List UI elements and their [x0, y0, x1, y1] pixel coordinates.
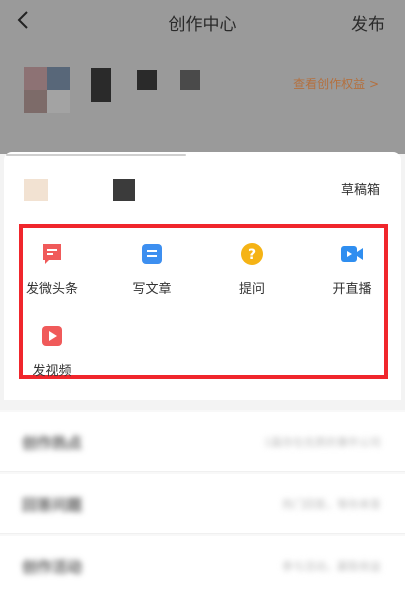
- article-icon: [142, 244, 162, 264]
- list-item-subtitle: 参与活动，赢取收益: [282, 560, 381, 573]
- sheet-handle: [6, 154, 186, 156]
- list-item[interactable]: 创作热点 1篇存在优质的事件公司: [0, 412, 405, 472]
- list-item[interactable]: 创作活动 参与活动，赢取收益: [0, 536, 405, 589]
- profile-section: 查看创作权益 >: [0, 44, 405, 154]
- post-video-button[interactable]: 发视频: [8, 314, 96, 379]
- svg-text:?: ?: [248, 247, 256, 263]
- micro-post-icon: [43, 244, 61, 264]
- create-sheet: 草稿箱 发微头条 写文章 ? 提问 开直播 发视频: [4, 152, 401, 400]
- avatar[interactable]: [24, 67, 70, 113]
- live-stream-icon: [341, 246, 363, 262]
- action-label: 开直播: [332, 282, 372, 297]
- action-label: 发微头条: [25, 282, 78, 297]
- action-label: 发视频: [32, 364, 72, 379]
- action-label: 写文章: [132, 282, 172, 297]
- list-item-title: 创作热点: [22, 434, 83, 452]
- recent-thumbnail-1[interactable]: [24, 179, 48, 201]
- question-icon: ?: [241, 243, 263, 265]
- publish-button[interactable]: 发布: [351, 10, 385, 35]
- post-micro-headline-button[interactable]: 发微头条: [8, 232, 96, 297]
- stat-placeholder-1: [137, 70, 157, 90]
- page-title: 创作中心: [168, 15, 237, 35]
- username-placeholder: [91, 68, 111, 102]
- top-navigation-bar: 创作中心 发布: [0, 0, 405, 44]
- list-item-title: 创作活动: [22, 558, 83, 576]
- view-creator-rights-link[interactable]: 查看创作权益 >: [293, 75, 379, 92]
- drafts-button[interactable]: 草稿箱: [341, 179, 380, 198]
- list-item-subtitle: 1篇存在优质的事件公司: [264, 436, 381, 449]
- list-item[interactable]: 回答问题 热门回答，等你来答: [0, 474, 405, 534]
- ask-question-button[interactable]: ? 提问: [208, 232, 296, 297]
- list-item-title: 回答问题: [22, 496, 83, 514]
- start-live-stream-button[interactable]: 开直播: [308, 232, 396, 297]
- feature-list: 创作热点 1篇存在优质的事件公司 回答问题 热门回答，等你来答 创作活动 参与活…: [0, 410, 405, 589]
- recent-thumbnail-2[interactable]: [113, 179, 135, 201]
- action-label: 提问: [238, 282, 265, 297]
- stat-placeholder-2: [180, 70, 200, 90]
- video-icon: [42, 326, 62, 346]
- list-item-subtitle: 热门回答，等你来答: [282, 498, 381, 511]
- write-article-button[interactable]: 写文章: [108, 232, 196, 297]
